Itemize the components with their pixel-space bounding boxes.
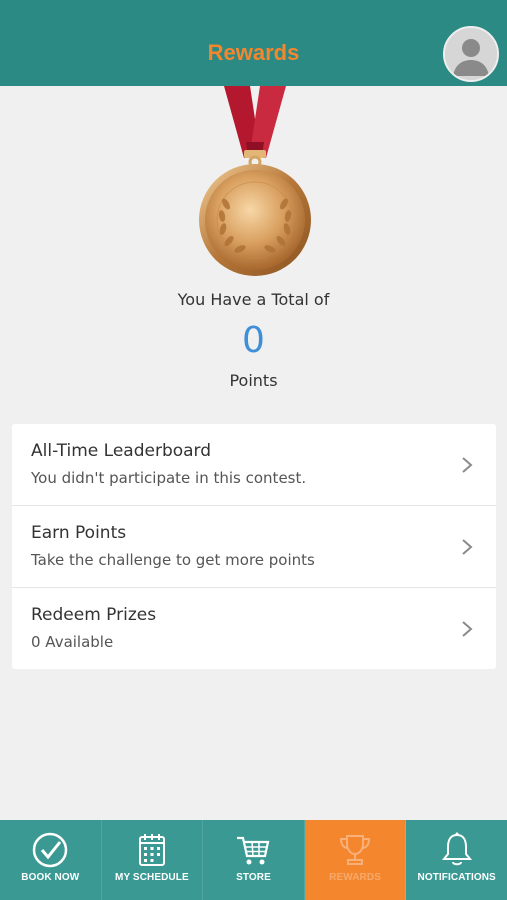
- total-label: You Have a Total of: [177, 290, 330, 309]
- nav-book-now[interactable]: BOOK NOW: [0, 820, 102, 900]
- row-subtitle: Take the challenge to get more points: [31, 551, 315, 569]
- check-circle-icon: [33, 832, 68, 868]
- medal-icon: [199, 86, 311, 276]
- row-title: All-Time Leaderboard: [31, 441, 212, 461]
- nav-label: MY SCHEDULE: [115, 872, 189, 883]
- points-value: 0: [242, 320, 265, 361]
- nav-my-schedule[interactable]: MY SCHEDULE: [102, 820, 204, 900]
- app-header: Rewards: [0, 0, 507, 86]
- nav-notifications[interactable]: NOTIFICATIONS: [406, 820, 507, 900]
- row-title: Earn Points: [31, 523, 127, 543]
- rewards-screen: Rewards You Have a Total of 0 Points All…: [0, 0, 507, 900]
- calendar-icon: [138, 834, 165, 866]
- row-subtitle: 0 Available: [31, 633, 114, 651]
- redeem-prizes-row[interactable]: Redeem Prizes 0 Available: [12, 588, 496, 670]
- page-title: Rewards: [207, 40, 300, 65]
- chevron-right-icon: [462, 539, 473, 555]
- nav-store[interactable]: STORE: [203, 820, 305, 900]
- rewards-menu: All-Time Leaderboard You didn't particip…: [12, 424, 496, 669]
- nav-label: BOOK NOW: [21, 872, 80, 883]
- chevron-right-icon: [462, 457, 473, 473]
- nav-label: STORE: [236, 872, 271, 883]
- cart-icon: [237, 836, 270, 865]
- trophy-icon: [340, 835, 371, 865]
- bottom-nav: BOOK NOW MY SCHEDULE STORE REWARDS NOTIF…: [0, 820, 507, 900]
- leaderboard-row[interactable]: All-Time Leaderboard You didn't particip…: [12, 424, 496, 506]
- nav-label: NOTIFICATIONS: [417, 872, 496, 883]
- points-label: Points: [229, 371, 278, 390]
- bell-icon: [441, 832, 472, 866]
- earn-points-row[interactable]: Earn Points Take the challenge to get mo…: [12, 506, 496, 588]
- user-icon: [445, 28, 497, 80]
- row-subtitle: You didn't participate in this contest.: [31, 469, 307, 487]
- row-title: Redeem Prizes: [31, 605, 157, 625]
- avatar[interactable]: [443, 26, 499, 82]
- chevron-right-icon: [462, 621, 473, 637]
- nav-rewards[interactable]: REWARDS: [304, 820, 407, 900]
- nav-label: REWARDS: [329, 872, 381, 883]
